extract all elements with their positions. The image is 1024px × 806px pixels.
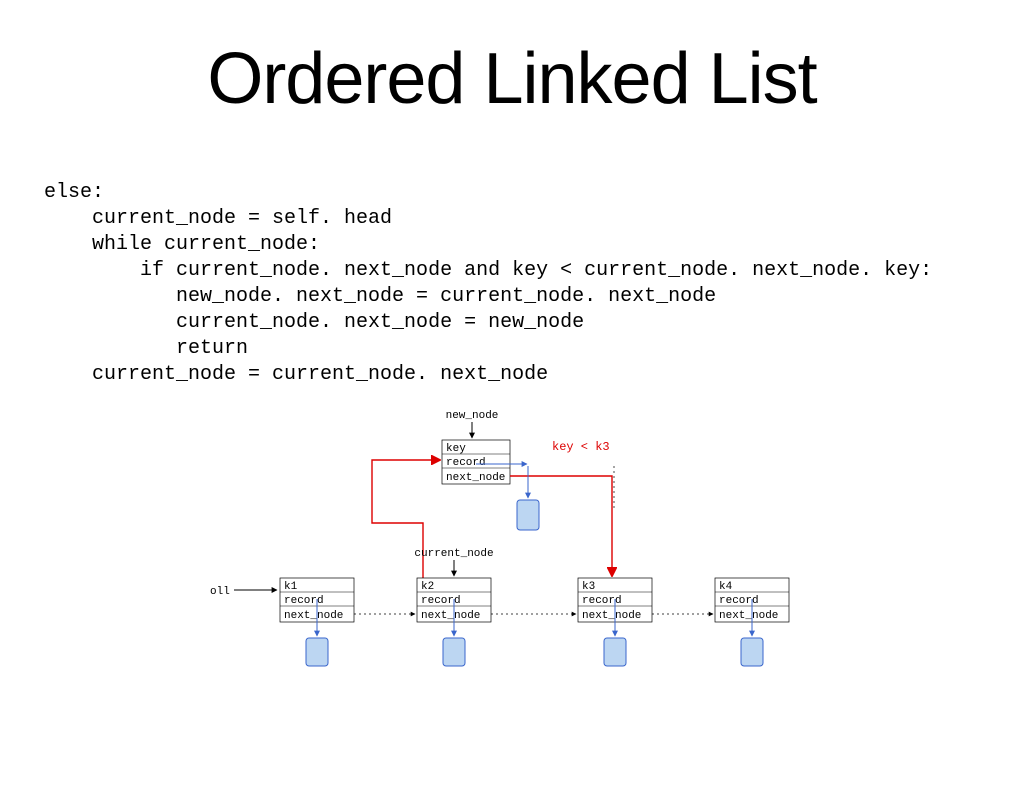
svg-text:record: record	[446, 457, 486, 469]
svg-text:next_node: next_node	[719, 610, 778, 622]
svg-text:next_node: next_node	[284, 610, 343, 622]
svg-text:next_node: next_node	[446, 472, 505, 484]
svg-text:k3: k3	[582, 581, 595, 593]
svg-text:next_node: next_node	[421, 610, 480, 622]
condition-label: key < k3	[552, 440, 610, 454]
code-block: else: current_node = self. head while cu…	[44, 180, 1024, 388]
svg-text:record: record	[582, 595, 622, 607]
linked-list-diagram: new_node key record next_node key < k3 o…	[0, 408, 1024, 668]
record-pointers	[306, 599, 763, 666]
svg-text:key: key	[446, 443, 466, 455]
svg-text:k4: k4	[719, 581, 733, 593]
svg-text:record: record	[421, 595, 461, 607]
oll-label: oll	[210, 586, 230, 598]
svg-text:record: record	[719, 595, 759, 607]
new-node-label: new_node	[446, 410, 499, 422]
record-box-new	[517, 500, 539, 530]
new-node-box: key record next_node	[442, 440, 510, 484]
svg-text:record: record	[284, 595, 324, 607]
svg-text:next_node: next_node	[582, 610, 641, 622]
current-node-label: current_node	[414, 548, 493, 560]
page-title: Ordered Linked List	[0, 38, 1024, 120]
svg-text:k1: k1	[284, 581, 298, 593]
svg-text:k2: k2	[421, 581, 434, 593]
